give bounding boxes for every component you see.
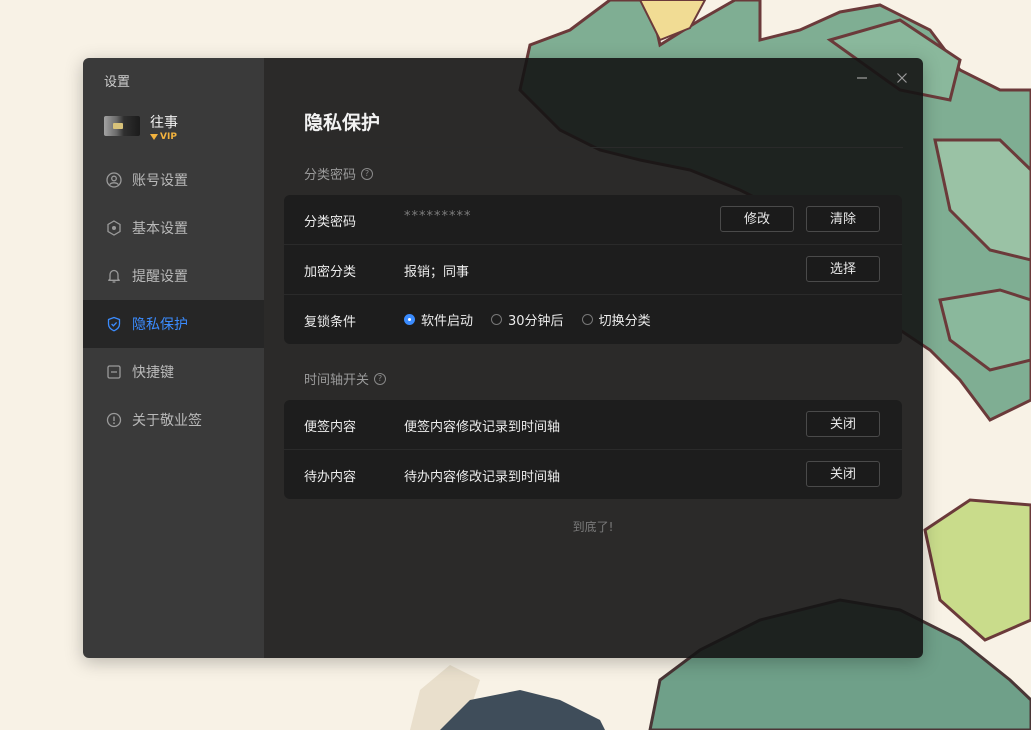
radio-dot: [581, 314, 593, 325]
shield-icon: [107, 316, 121, 332]
section-title-text: 时间轴开关: [304, 373, 370, 388]
relock-condition-row: 复锁条件 软件启动 30分钟后 切换分类: [284, 294, 902, 344]
sidebar-item-account[interactable]: 账号设置: [83, 156, 264, 204]
row-label: 复锁条件: [304, 315, 357, 330]
help-icon[interactable]: ?: [361, 167, 374, 180]
section-title-timeline: 时间轴开关 ?: [304, 369, 387, 388]
row-label: 加密分类: [304, 265, 357, 280]
radio-dot: [404, 314, 415, 325]
radio-label: 30分钟后: [508, 314, 564, 329]
radio-switch-category[interactable]: 切换分类: [581, 310, 651, 329]
clear-password-button[interactable]: 清除: [806, 206, 880, 232]
sidebar-item-about[interactable]: 关于敬业签: [83, 396, 264, 444]
row-label: 待办内容: [304, 470, 357, 485]
sidebar-item-privacy[interactable]: 隐私保护: [83, 300, 264, 348]
user-circle-icon: [106, 172, 122, 188]
row-description: 便签内容修改记录到时间轴: [404, 420, 561, 435]
main-panel: 隐私保护 分类密码 ? 分类密码 ********* 修改 清除 加密分类 报销…: [264, 58, 923, 658]
modify-password-button[interactable]: 修改: [720, 206, 794, 232]
radio-30-minutes[interactable]: 30分钟后: [491, 310, 564, 329]
relock-radio-group: 软件启动 30分钟后 切换分类: [404, 310, 651, 329]
radio-dot: [491, 314, 503, 325]
encrypted-category-value: 报销；同事: [404, 265, 470, 280]
row-label: 分类密码: [304, 215, 357, 230]
section-title-text: 分类密码: [304, 168, 357, 183]
sidebar-item-label: 提醒设置: [132, 269, 188, 285]
bell-icon: [108, 269, 120, 283]
close-icon[interactable]: [894, 70, 910, 86]
user-name: 往事: [150, 115, 178, 131]
sidebar-item-label: 基本设置: [132, 221, 188, 237]
minimize-icon[interactable]: [854, 70, 870, 86]
timeline-card: 便签内容 便签内容修改记录到时间轴 关闭 待办内容 待办内容修改记录到时间轴 关…: [284, 400, 902, 499]
vip-label: VIP: [160, 132, 177, 142]
sidebar-item-label: 快捷键: [132, 365, 174, 381]
todo-content-row: 待办内容 待办内容修改记录到时间轴 关闭: [284, 449, 902, 499]
divider: [304, 147, 903, 148]
vip-badge: VIP: [150, 132, 177, 142]
gear-icon: [107, 220, 121, 236]
select-category-button[interactable]: 选择: [806, 256, 880, 282]
info-icon: [106, 412, 122, 428]
todo-timeline-toggle-button[interactable]: 关闭: [806, 461, 880, 487]
row-label: 便签内容: [304, 420, 357, 435]
sidebar-item-shortcuts[interactable]: 快捷键: [83, 348, 264, 396]
diamond-icon: [150, 134, 158, 140]
row-description: 待办内容修改记录到时间轴: [404, 470, 561, 485]
sidebar: 设置 往事 VIP 账号设置 基本设置 提醒设置 隐私保护 快捷键 关于敬业签: [83, 58, 264, 658]
radio-software-start[interactable]: 软件启动: [404, 310, 473, 329]
page-title: 隐私保护: [304, 112, 381, 134]
encrypted-category-row: 加密分类 报销；同事 选择: [284, 244, 902, 294]
note-timeline-toggle-button[interactable]: 关闭: [806, 411, 880, 437]
section-title-category-password: 分类密码 ?: [304, 164, 374, 183]
keyboard-icon: [107, 365, 121, 379]
note-content-row: 便签内容 便签内容修改记录到时间轴 关闭: [284, 400, 902, 449]
user-profile[interactable]: 往事 VIP: [104, 112, 254, 146]
password-row: 分类密码 ********* 修改 清除: [284, 195, 902, 244]
password-mask: *********: [404, 209, 472, 224]
avatar[interactable]: [104, 116, 140, 136]
sidebar-item-label: 账号设置: [132, 173, 188, 189]
sidebar-item-basic[interactable]: 基本设置: [83, 204, 264, 252]
sidebar-item-reminder[interactable]: 提醒设置: [83, 252, 264, 300]
window-title: 设置: [104, 75, 131, 90]
radio-label: 切换分类: [598, 314, 651, 329]
category-password-card: 分类密码 ********* 修改 清除 加密分类 报销；同事 选择 复锁条件 …: [284, 195, 902, 344]
end-of-list-text: 到底了!: [572, 520, 614, 534]
settings-window: 设置 往事 VIP 账号设置 基本设置 提醒设置 隐私保护 快捷键 关于敬业签 …: [83, 58, 923, 658]
help-icon[interactable]: ?: [374, 372, 387, 385]
sidebar-item-label: 隐私保护: [132, 317, 188, 333]
sidebar-item-label: 关于敬业签: [132, 413, 202, 429]
radio-label: 软件启动: [421, 314, 474, 329]
